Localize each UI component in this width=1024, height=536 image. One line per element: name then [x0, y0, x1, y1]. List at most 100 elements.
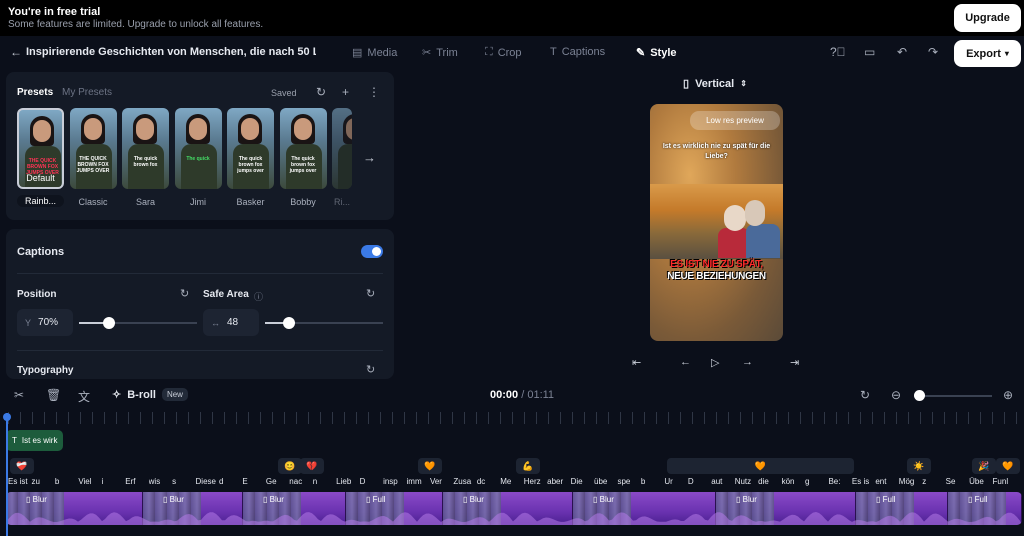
caption-word[interactable]: g: [805, 477, 826, 486]
caption-word[interactable]: insp: [383, 477, 404, 486]
caption-word[interactable]: zu: [31, 477, 52, 486]
tab-my-presets[interactable]: My Presets: [62, 87, 112, 98]
upgrade-button[interactable]: Upgrade: [954, 4, 1021, 32]
zoom-out-icon[interactable]: ⊖: [891, 388, 901, 402]
caption-word[interactable]: wis: [149, 477, 170, 486]
caption-word[interactable]: spe: [617, 477, 638, 486]
preset-thumbnail[interactable]: The quick: [174, 108, 222, 189]
back-arrow-icon[interactable]: ←: [10, 45, 22, 59]
position-slider-knob[interactable]: [102, 317, 115, 329]
caption-word[interactable]: Übe: [969, 477, 990, 486]
zoom-slider-knob[interactable]: [914, 390, 925, 401]
preset-label[interactable]: Bobby: [280, 197, 327, 207]
preset-label[interactable]: Jimi: [175, 197, 222, 207]
tab-style[interactable]: ✎ Style: [636, 46, 677, 60]
caption-word[interactable]: d: [219, 477, 240, 486]
skip-end-icon[interactable]: ⇥: [790, 356, 799, 369]
caption-word[interactable]: i: [102, 477, 123, 486]
scroll-right-arrow-icon[interactable]: →: [363, 150, 376, 165]
caption-word[interactable]: E: [242, 477, 263, 486]
video-track[interactable]: ▯ Full ▯ Full ▯ Blur ▯ Blur ▯ Blur ▯ Full ▯ Bl…: [6, 492, 1022, 525]
caption-word[interactable]: D: [360, 477, 381, 486]
preset-thumbnail[interactable]: [332, 108, 352, 189]
caption-word[interactable]: kön: [782, 477, 803, 486]
caption-word[interactable]: übe: [594, 477, 615, 486]
safe-area-reset-icon[interactable]: ↻: [366, 287, 375, 300]
caption-word[interactable]: Mög: [899, 477, 920, 486]
caption-word[interactable]: aber: [547, 477, 568, 486]
caption-word[interactable]: n: [313, 477, 334, 486]
help-icon[interactable]: ?⃝: [830, 45, 846, 59]
playhead[interactable]: [6, 413, 8, 536]
project-title[interactable]: Inspirierende Geschichten von Menschen, …: [26, 46, 316, 58]
caption-word[interactable]: Es is: [852, 477, 873, 486]
tab-presets[interactable]: Presets: [17, 87, 53, 98]
preset-label[interactable]: Rainb...: [17, 195, 64, 207]
caption-word[interactable]: Diese: [196, 477, 217, 486]
more-icon[interactable]: ⋮: [368, 85, 380, 99]
preset-label[interactable]: Ri...: [332, 197, 352, 207]
captions-toggle[interactable]: [361, 245, 383, 258]
caption-word[interactable]: Lieb: [336, 477, 357, 486]
caption-word[interactable]: Es ist: [8, 477, 29, 486]
tab-crop[interactable]: ⛶ Crop: [485, 46, 522, 59]
caption-word[interactable]: imm: [407, 477, 428, 486]
position-slider[interactable]: [79, 317, 197, 329]
position-input[interactable]: Y 70%: [17, 309, 73, 336]
translate-icon[interactable]: 文: [78, 388, 90, 405]
preset-thumbnail[interactable]: The quick brown fox jumps over: [279, 108, 327, 189]
preset-label[interactable]: Sara: [122, 197, 169, 207]
undo-icon[interactable]: ↶: [897, 45, 907, 59]
caption-word[interactable]: b: [55, 477, 76, 486]
caption-word[interactable]: Herz: [524, 477, 545, 486]
preset-label[interactable]: Basker: [227, 197, 274, 207]
safe-area-input[interactable]: ↔ 48: [203, 309, 259, 336]
caption-word[interactable]: z: [922, 477, 943, 486]
caption-word[interactable]: Viel: [78, 477, 99, 486]
redo-icon[interactable]: ↷: [928, 45, 938, 59]
safe-area-slider-knob[interactable]: [282, 317, 295, 329]
caption-word[interactable]: Ur: [664, 477, 685, 486]
step-forward-icon[interactable]: →: [742, 356, 753, 368]
preset-thumbnail[interactable]: The quick brown fox jumps over: [227, 108, 274, 189]
playhead-handle[interactable]: [3, 413, 11, 421]
caption-word[interactable]: s: [172, 477, 193, 486]
safe-area-slider[interactable]: [265, 317, 383, 329]
caption-word[interactable]: Erf: [125, 477, 146, 486]
preset-thumbnail[interactable]: THE QUICK BROWN FOX JUMPS OVER: [69, 108, 117, 189]
caption-word[interactable]: Ver: [430, 477, 451, 486]
reset-icon[interactable]: ↻: [316, 85, 326, 99]
emoji-clip-long[interactable]: 🧡: [667, 458, 854, 474]
orientation-select[interactable]: ▯ Vertical ⇕: [683, 77, 747, 91]
play-icon[interactable]: ▷: [711, 356, 719, 369]
reset-timeline-icon[interactable]: ↻: [860, 388, 870, 402]
caption-word[interactable]: aut: [711, 477, 732, 486]
caption-word[interactable]: nac: [289, 477, 310, 486]
caption-word[interactable]: Se: [946, 477, 967, 486]
caption-word[interactable]: ent: [875, 477, 896, 486]
caption-word[interactable]: Me: [500, 477, 521, 486]
tab-captions[interactable]: T Captions: [550, 46, 605, 58]
zoom-slider[interactable]: [914, 395, 992, 397]
caption-word[interactable]: Zusa: [453, 477, 474, 486]
broll-button[interactable]: ✧ B-roll New: [112, 388, 188, 401]
emoji-clip[interactable]: 🧡: [418, 458, 442, 474]
split-scissors-icon[interactable]: ✂: [14, 388, 24, 402]
caption-word[interactable]: Be:: [828, 477, 849, 486]
position-reset-icon[interactable]: ↻: [180, 287, 189, 300]
skip-start-icon[interactable]: ⇤: [632, 356, 641, 369]
emoji-clip[interactable]: 💪: [516, 458, 540, 474]
info-icon[interactable]: ⓘ: [254, 290, 263, 303]
caption-word[interactable]: Die: [571, 477, 592, 486]
zoom-in-icon[interactable]: ⊕: [1003, 388, 1013, 402]
timeline-ruler[interactable]: [8, 412, 1020, 424]
emoji-clip[interactable]: 😊: [278, 458, 302, 474]
tab-media[interactable]: ▤ Media: [352, 46, 397, 60]
caption-word[interactable]: D: [688, 477, 709, 486]
preset-thumbnail[interactable]: The quick brown fox: [122, 108, 169, 189]
caption-word[interactable]: dc: [477, 477, 498, 486]
video-preview[interactable]: Low res preview Ist es wirklich nie zu s…: [650, 104, 783, 341]
caption-word[interactable]: Funl: [993, 477, 1014, 486]
caption-word[interactable]: Nutz: [735, 477, 756, 486]
export-button[interactable]: Export ▾: [954, 40, 1021, 67]
